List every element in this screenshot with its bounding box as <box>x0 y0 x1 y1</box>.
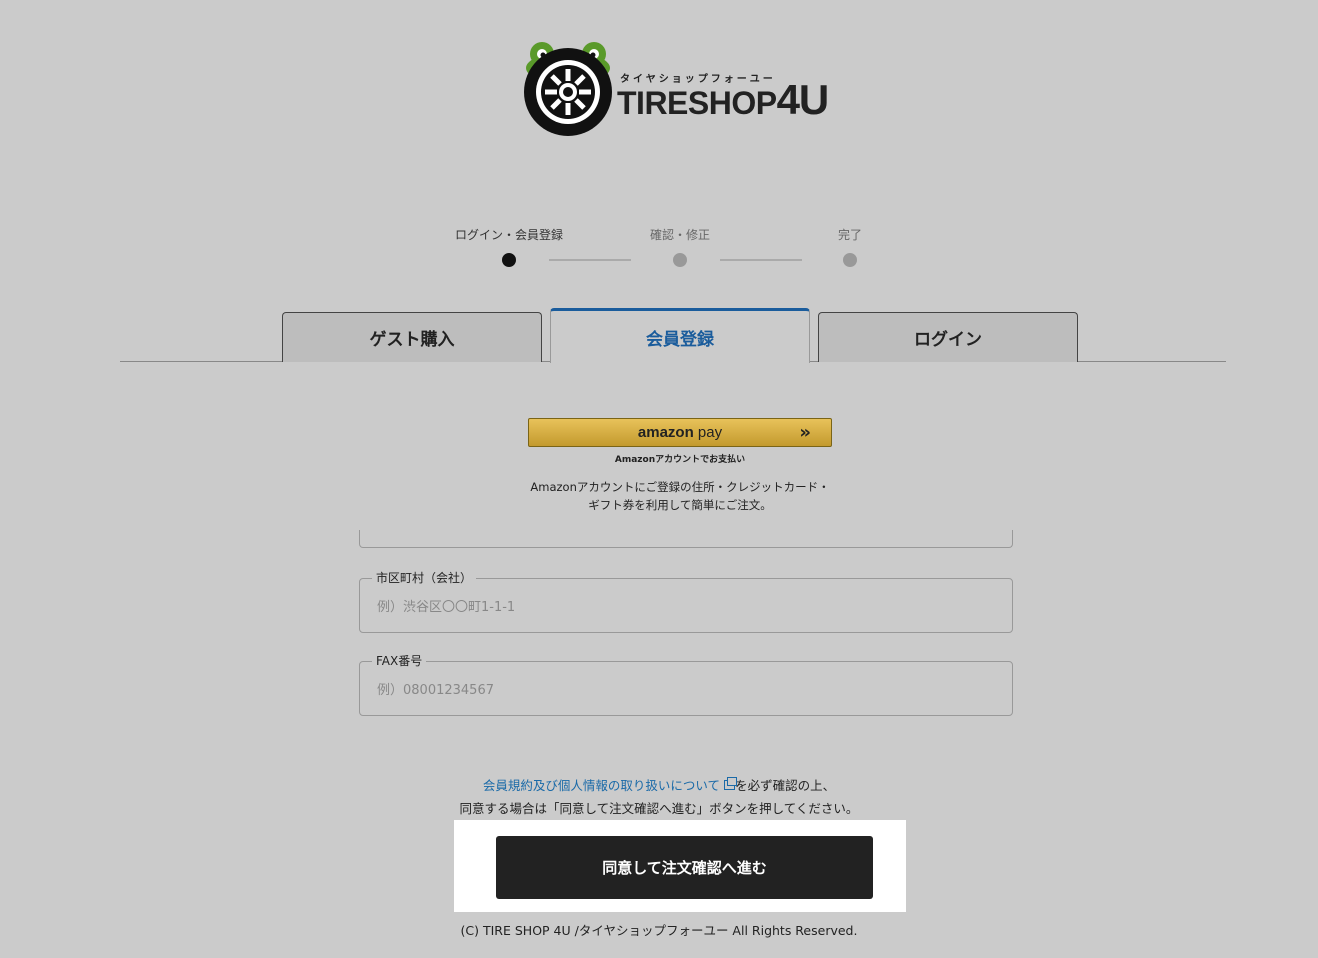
amazon-pay-description: Amazonアカウントにご登録の住所・クレジットカード・ギフト券を利用して簡単に… <box>530 480 830 512</box>
terms-line-1: 会員規約及び個人情報の取り扱いについて を必ず確認の上、 <box>0 774 1318 797</box>
checkout-steps: ログイン・会員登録 確認・修正 完了 <box>0 226 1318 276</box>
city-input[interactable] <box>361 585 1011 629</box>
tab-guest-purchase[interactable]: ゲスト購入 <box>282 312 542 362</box>
step-connector <box>549 259 631 261</box>
double-chevron-right-icon: » <box>799 422 811 443</box>
tab-login[interactable]: ログイン <box>818 312 1078 362</box>
footer-copyright: (C) TIRE SHOP 4U /タイヤショップフォーユー All Right… <box>460 923 858 938</box>
city-label: 市区町村（会社） <box>372 569 477 586</box>
terms-link-text: 会員規約及び個人情報の取り扱いについて <box>482 778 721 793</box>
fax-field: FAX番号 <box>359 652 1013 716</box>
amazon-pay-logo: amazon pay <box>638 424 722 441</box>
step-login-dot <box>502 253 516 267</box>
submit-area: 同意して注文確認へ進む <box>454 820 906 912</box>
logo-suffix: 4U <box>776 76 830 123</box>
fax-input[interactable] <box>361 668 1011 712</box>
fax-label: FAX番号 <box>372 652 427 669</box>
agree-and-confirm-button[interactable]: 同意して注文確認へ進む <box>496 836 873 899</box>
previous-field-edge <box>359 530 1013 548</box>
terms-after-link: を必ず確認の上、 <box>735 778 836 793</box>
step-connector <box>720 259 802 261</box>
logo-name: TIRESHOP <box>617 85 777 121</box>
amazon-pay-word: pay <box>697 424 723 441</box>
terms-notice: 会員規約及び個人情報の取り扱いについて を必ず確認の上、 同意する場合は「同意して… <box>0 774 1318 820</box>
tab-member-register[interactable]: 会員登録 <box>550 308 810 363</box>
tireshop-logo[interactable]: タイヤショップフォーユー TIRESHOP4U <box>520 40 850 140</box>
step-confirm-label: 確認・修正 <box>649 228 711 242</box>
step-confirm-dot <box>673 253 687 267</box>
step-complete-dot <box>843 253 857 267</box>
amazon-pay-button[interactable]: amazon pay » <box>528 418 832 447</box>
amazon-pay-subtext: Amazonアカウントでお支払い <box>614 455 746 465</box>
frog-tire-logo-icon <box>524 42 612 136</box>
step-complete-label: 完了 <box>837 228 863 242</box>
terms-line-2: 同意する場合は「同意して注文確認へ進む」ボタンを押してください。 <box>459 801 859 816</box>
terms-link[interactable]: 会員規約及び個人情報の取り扱いについて <box>482 777 738 793</box>
logo-wordmark: TIRESHOP4U <box>617 76 830 124</box>
step-login-label: ログイン・会員登録 <box>454 228 564 242</box>
amazon-brand: amazon <box>637 424 694 441</box>
city-field: 市区町村（会社） <box>359 569 1013 633</box>
external-link-icon <box>724 777 738 790</box>
